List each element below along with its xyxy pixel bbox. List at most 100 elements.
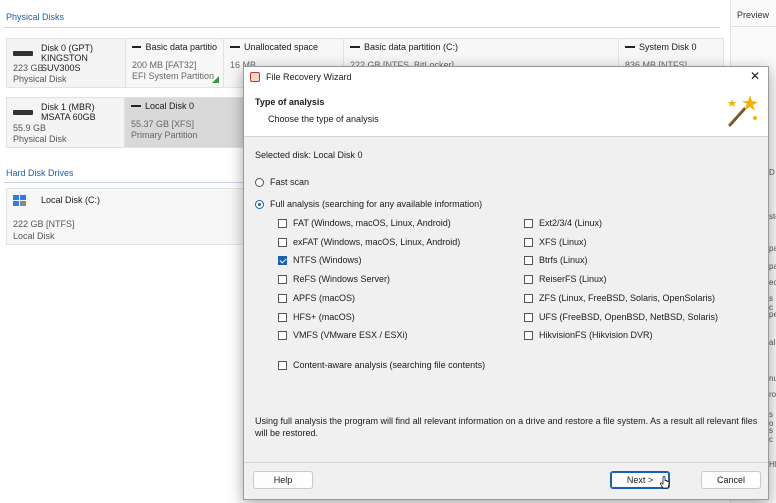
preview-fragment: ect <box>769 278 776 287</box>
preview-title: Preview <box>737 10 770 20</box>
partition-icon <box>131 105 142 107</box>
partition-efi[interactable]: Basic data partitio 200 MB [FAT32] EFI S… <box>125 39 223 87</box>
fs-checkbox-exfat[interactable]: exFAT (Windows, macOS, Linux, Android) <box>278 237 460 247</box>
checkbox[interactable] <box>524 330 533 340</box>
partition-name: Local Disk 0 <box>145 101 195 111</box>
preview-fragment: al <box>769 338 776 347</box>
hard-disk-icon <box>13 51 33 56</box>
checkbox-label: ReiserFS (Linux) <box>539 274 607 284</box>
content-aware-option[interactable]: Content-aware analysis (searching file c… <box>278 360 485 370</box>
checkbox-label: UFS (FreeBSD, OpenBSD, NetBSD, Solaris) <box>539 312 719 322</box>
checkbox[interactable] <box>278 218 287 228</box>
local-disk-c-card[interactable]: Local Disk (C:) 222 GB [NTFS] Local Disk <box>6 188 244 245</box>
checkbox-label: HFS+ (macOS) <box>293 312 355 322</box>
checkbox-label: exFAT (Windows, macOS, Linux, Android) <box>293 237 461 247</box>
fs-checkbox-ufs[interactable]: UFS (FreeBSD, OpenBSD, NetBSD, Solaris) <box>524 312 718 322</box>
preview-fragment: pe <box>769 310 776 319</box>
fs-checkbox-xfs[interactable]: XFS (Linux) <box>524 237 587 247</box>
preview-fragment: pa <box>769 244 776 253</box>
checkbox[interactable] <box>524 218 533 228</box>
preview-fragment: ste <box>769 212 776 221</box>
checkbox[interactable] <box>278 255 287 265</box>
disk1-row[interactable]: Disk 1 (MBR) MSATA 60GB 55.9 GB Physical… <box>6 97 246 148</box>
fs-checkbox-zfs[interactable]: ZFS (Linux, FreeBSD, Solaris, OpenSolari… <box>524 293 715 303</box>
checkbox[interactable] <box>524 255 533 265</box>
dialog-title: File Recovery Wizard <box>266 72 352 82</box>
partition-icon <box>132 46 142 48</box>
checkbox-label: ReFS (Windows Server) <box>293 274 391 284</box>
cancel-button[interactable]: Cancel <box>701 471 761 489</box>
partition-size: 200 MB [FAT32] <box>132 60 197 70</box>
fast-scan-radio[interactable] <box>255 177 264 187</box>
fs-checkbox-btrfs[interactable]: Btrfs (Linux) <box>524 255 588 265</box>
checkbox-label: HikvisionFS (Hikvision DVR) <box>539 330 653 340</box>
analysis-description: Using full analysis the program will fin… <box>255 416 758 438</box>
partition-type: Primary Partition <box>131 130 198 140</box>
hard-disk-icon <box>13 110 33 115</box>
preview-fragment: D <box>769 168 775 177</box>
disk1-card[interactable]: Disk 1 (MBR) MSATA 60GB 55.9 GB Physical… <box>7 98 124 147</box>
checkbox[interactable] <box>278 237 287 247</box>
partition-icon <box>350 46 360 48</box>
preview-divider <box>731 26 776 27</box>
physical-disks-header: Physical Disks <box>6 12 65 22</box>
section-divider <box>4 27 720 28</box>
checkbox[interactable] <box>278 330 287 340</box>
fs-checkbox-ntfs[interactable]: NTFS (Windows) <box>278 255 362 265</box>
disk1-label: Disk 1 (MBR) MSATA 60GB <box>41 102 123 122</box>
preview-fragment: s c <box>769 426 773 444</box>
disk0-model: KINGSTON SUV300S <box>41 53 88 73</box>
windows-drive-icon <box>13 195 27 207</box>
checkbox[interactable] <box>278 312 287 322</box>
fs-checkbox-fat[interactable]: FAT (Windows, macOS, Linux, Android) <box>278 218 451 228</box>
local-disk-size: 222 GB [NTFS] <box>13 219 75 229</box>
partition-icon <box>625 46 635 48</box>
file-recovery-wizard-dialog: File Recovery Wizard ✕ Type of analysis … <box>243 66 769 500</box>
partition-size: 55.37 GB [XFS] <box>131 119 195 129</box>
disk0-label: Disk 0 (GPT) KINGSTON SUV300S <box>41 43 123 73</box>
local-disk-name: Local Disk (C:) <box>41 195 101 205</box>
analysis-subheading: Choose the type of analysis <box>268 114 379 124</box>
local-disk-type: Local Disk <box>13 231 55 241</box>
checkbox-label: Btrfs (Linux) <box>539 255 588 265</box>
checkbox-label: XFS (Linux) <box>539 237 587 247</box>
checkbox-label: VMFS (VMware ESX / ESXi) <box>293 330 408 340</box>
dialog-titlebar[interactable]: File Recovery Wizard ✕ <box>244 67 768 87</box>
checkbox[interactable] <box>524 312 533 322</box>
checkbox[interactable] <box>278 274 287 284</box>
checkbox[interactable] <box>524 237 533 247</box>
fs-checkbox-hikvisionfs[interactable]: HikvisionFS (Hikvision DVR) <box>524 330 653 340</box>
checkbox[interactable] <box>524 274 533 284</box>
checkbox[interactable] <box>278 293 287 303</box>
close-button[interactable]: ✕ <box>750 70 760 82</box>
fs-checkbox-apfs[interactable]: APFS (macOS) <box>278 293 355 303</box>
checkbox-label: Ext2/3/4 (Linux) <box>539 218 603 228</box>
preview-fragment: HE <box>769 460 776 469</box>
app-icon <box>250 72 260 82</box>
full-analysis-option[interactable]: Full analysis (searching for any availab… <box>255 199 482 209</box>
fs-checkbox-hfs[interactable]: HFS+ (macOS) <box>278 312 355 322</box>
disk0-card[interactable]: Disk 0 (GPT) KINGSTON SUV300S 223 GB Phy… <box>7 39 125 87</box>
checkbox[interactable] <box>278 360 287 370</box>
analysis-heading: Type of analysis <box>255 97 325 107</box>
section-divider <box>4 182 244 183</box>
full-analysis-radio[interactable] <box>255 199 264 209</box>
preview-fragment: pa <box>769 262 776 271</box>
partition-name: Basic data partition (C:) <box>364 42 459 52</box>
fs-checkbox-vmfs[interactable]: VMFS (VMware ESX / ESXi) <box>278 330 408 340</box>
fast-scan-option[interactable]: Fast scan <box>255 177 309 187</box>
partition-local-disk-0[interactable]: Local Disk 0 55.37 GB [XFS] Primary Part… <box>124 98 245 147</box>
partition-name: Basic data partitio <box>145 42 217 52</box>
selected-disk-label: Selected disk: Local Disk 0 <box>255 150 363 160</box>
checkbox[interactable] <box>524 293 533 303</box>
partition-name: System Disk 0 <box>639 42 697 52</box>
disk1-type: Physical Disk <box>13 134 67 144</box>
disk1-model: MSATA 60GB <box>41 112 96 122</box>
help-button[interactable]: Help <box>253 471 313 489</box>
full-analysis-label: Full analysis (searching for any availab… <box>270 199 483 209</box>
partition-type: EFI System Partition <box>132 71 215 81</box>
fs-checkbox-refs[interactable]: ReFS (Windows Server) <box>278 274 390 284</box>
hand-cursor-icon <box>660 476 670 489</box>
fs-checkbox-ext[interactable]: Ext2/3/4 (Linux) <box>524 218 602 228</box>
fs-checkbox-reiserfs[interactable]: ReiserFS (Linux) <box>524 274 607 284</box>
